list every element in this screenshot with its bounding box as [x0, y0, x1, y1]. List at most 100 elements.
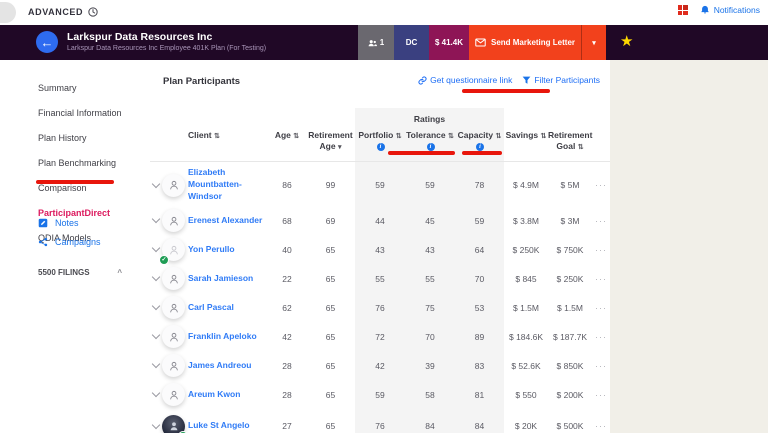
age-cell: 62: [268, 303, 306, 313]
row-menu-button[interactable]: ···: [592, 216, 610, 226]
column-header-age[interactable]: Age ⇅: [268, 130, 306, 141]
column-header-tolerance[interactable]: Tolerance ⇅i: [405, 130, 455, 153]
portfolio-cell: 42: [355, 361, 405, 371]
row-expand-chevron-icon[interactable]: [152, 179, 160, 187]
filter-funnel-icon: [522, 76, 531, 85]
avatar[interactable]: [162, 174, 185, 197]
filings-section-toggle[interactable]: 5500 FILINGS ^: [38, 268, 122, 277]
send-marketing-letter-label: Send Marketing Letter: [491, 38, 575, 47]
savings-cell: $ 184.6K: [504, 332, 548, 342]
client-name-link[interactable]: Areum Kwon: [188, 389, 268, 401]
get-questionnaire-link[interactable]: Get questionnaire link: [418, 75, 512, 85]
client-name-link[interactable]: Sarah Jamieson: [188, 273, 268, 285]
column-header-retirement-age[interactable]: Retirement Age ▾: [306, 130, 355, 153]
row-expand-chevron-icon[interactable]: [152, 273, 160, 281]
send-marketing-letter-button[interactable]: Send Marketing Letter: [469, 25, 581, 60]
sidebar-link-campaigns[interactable]: Campaigns: [38, 237, 101, 247]
age-cell: 40: [268, 245, 306, 255]
sidebar-item-plan-benchmarking[interactable]: Plan Benchmarking: [38, 155, 122, 172]
sidebar-link-notes[interactable]: Notes: [38, 218, 101, 228]
client-name-link[interactable]: Franklin Apeloko: [188, 331, 268, 343]
avatar[interactable]: [162, 354, 185, 377]
send-options-dropdown[interactable]: ▾: [581, 25, 606, 60]
tolerance-cell: 75: [405, 303, 455, 313]
sidebar-item-summary[interactable]: Summary: [38, 80, 122, 97]
annotation-underline-tolerance: [388, 151, 455, 155]
savings-cell: $ 52.6K: [504, 361, 548, 371]
row-menu-button[interactable]: ···: [592, 245, 610, 255]
retirement-age-cell: 65: [306, 274, 355, 284]
capacity-cell: 64: [455, 245, 504, 255]
participant-count: 1: [380, 38, 384, 47]
client-name-link[interactable]: Luke St Angelo: [188, 420, 268, 432]
goal-cell: $ 500K: [548, 421, 592, 431]
row-menu-button[interactable]: ···: [592, 390, 610, 400]
filter-participants-link[interactable]: Filter Participants: [522, 75, 600, 85]
avatar[interactable]: [162, 325, 185, 348]
row-menu-button[interactable]: ···: [592, 303, 610, 313]
row-expand-chevron-icon[interactable]: [152, 215, 160, 223]
table-body: Elizabeth Mountbatten-Windsor 86 99 59 5…: [150, 164, 610, 433]
client-name-link[interactable]: Erenest Alexander: [188, 215, 268, 227]
sort-icon: ⇅: [396, 133, 402, 140]
sort-icon: ⇅: [214, 133, 220, 140]
row-expand-chevron-icon[interactable]: [152, 331, 160, 339]
age-cell: 27: [268, 421, 306, 431]
favorite-star-icon[interactable]: ★: [620, 34, 633, 49]
sidebar-item-financial-information[interactable]: Financial Information: [38, 105, 122, 122]
plan-value-button[interactable]: $ 41.4K: [429, 25, 469, 60]
sidebar-item-plan-history[interactable]: Plan History: [38, 130, 122, 147]
sort-icon: ⇅: [448, 133, 454, 140]
avatar[interactable]: [162, 267, 185, 290]
retirement-age-cell: 65: [306, 361, 355, 371]
portfolio-cell: 72: [355, 332, 405, 342]
back-button[interactable]: ←: [36, 31, 58, 53]
avatar[interactable]: [162, 296, 185, 319]
row-expand-chevron-icon[interactable]: [152, 360, 160, 368]
column-header-savings[interactable]: Savings ⇅: [504, 130, 548, 141]
savings-cell: $ 250K: [504, 245, 548, 255]
row-menu-button[interactable]: ···: [592, 361, 610, 371]
info-icon[interactable]: i: [377, 143, 385, 151]
participant-count-button[interactable]: 1: [358, 25, 394, 60]
sort-icon: ⇅: [578, 144, 584, 151]
table-row: Erenest Alexander 68 69 44 45 59 $ 3.8M …: [150, 206, 610, 235]
edge-tab-handle[interactable]: [0, 2, 16, 23]
client-name-link[interactable]: James Andreou: [188, 360, 268, 372]
client-name-link[interactable]: Elizabeth Mountbatten-Windsor: [188, 167, 268, 203]
portfolio-cell: 76: [355, 421, 405, 431]
clock-icon: [88, 7, 98, 17]
plan-subtitle: Larkspur Data Resources Inc Employee 401…: [67, 45, 266, 52]
capacity-cell: 81: [455, 390, 504, 400]
plan-title: Larkspur Data Resources Inc: [67, 31, 266, 43]
row-menu-button[interactable]: ···: [592, 180, 610, 190]
apps-grid-icon[interactable]: [678, 5, 688, 15]
row-expand-chevron-icon[interactable]: [152, 302, 160, 310]
portfolio-cell: 59: [355, 390, 405, 400]
goal-cell: $ 850K: [548, 361, 592, 371]
tolerance-cell: 59: [405, 180, 455, 190]
column-header-portfolio[interactable]: Portfolio ⇅i: [355, 130, 405, 153]
row-expand-chevron-icon[interactable]: [152, 389, 160, 397]
app-brand: ADVANCED: [28, 7, 98, 17]
row-menu-button[interactable]: ···: [592, 421, 610, 431]
row-expand-chevron-icon[interactable]: [152, 420, 160, 428]
table-row: ✓ Yon Perullo 40 65 43 43 64 $ 250K $ 75…: [150, 235, 610, 264]
column-header-capacity[interactable]: Capacity ⇅i: [455, 130, 504, 153]
back-arrow-icon: ←: [41, 36, 54, 49]
row-menu-button[interactable]: ···: [592, 332, 610, 342]
row-menu-button[interactable]: ···: [592, 274, 610, 284]
app-window: ADVANCED Notifications ← Larkspur Data R…: [0, 0, 768, 433]
plan-type-button[interactable]: DC: [394, 25, 429, 60]
avatar[interactable]: [162, 383, 185, 406]
notifications-button[interactable]: Notifications: [700, 5, 760, 15]
row-expand-chevron-icon[interactable]: [152, 244, 160, 252]
top-utility-bar: ADVANCED Notifications: [0, 0, 768, 25]
column-header-retirement-goal[interactable]: Retirement Goal ⇅: [548, 130, 592, 153]
retirement-age-cell: 69: [306, 216, 355, 226]
table-header-row: Client ⇅ Age ⇅ Retirement Age ▾ Portfoli…: [150, 130, 610, 153]
avatar[interactable]: [162, 209, 185, 232]
client-name-link[interactable]: Carl Pascal: [188, 302, 268, 314]
column-header-client[interactable]: Client ⇅: [188, 130, 268, 141]
client-name-link[interactable]: Yon Perullo: [188, 244, 268, 256]
